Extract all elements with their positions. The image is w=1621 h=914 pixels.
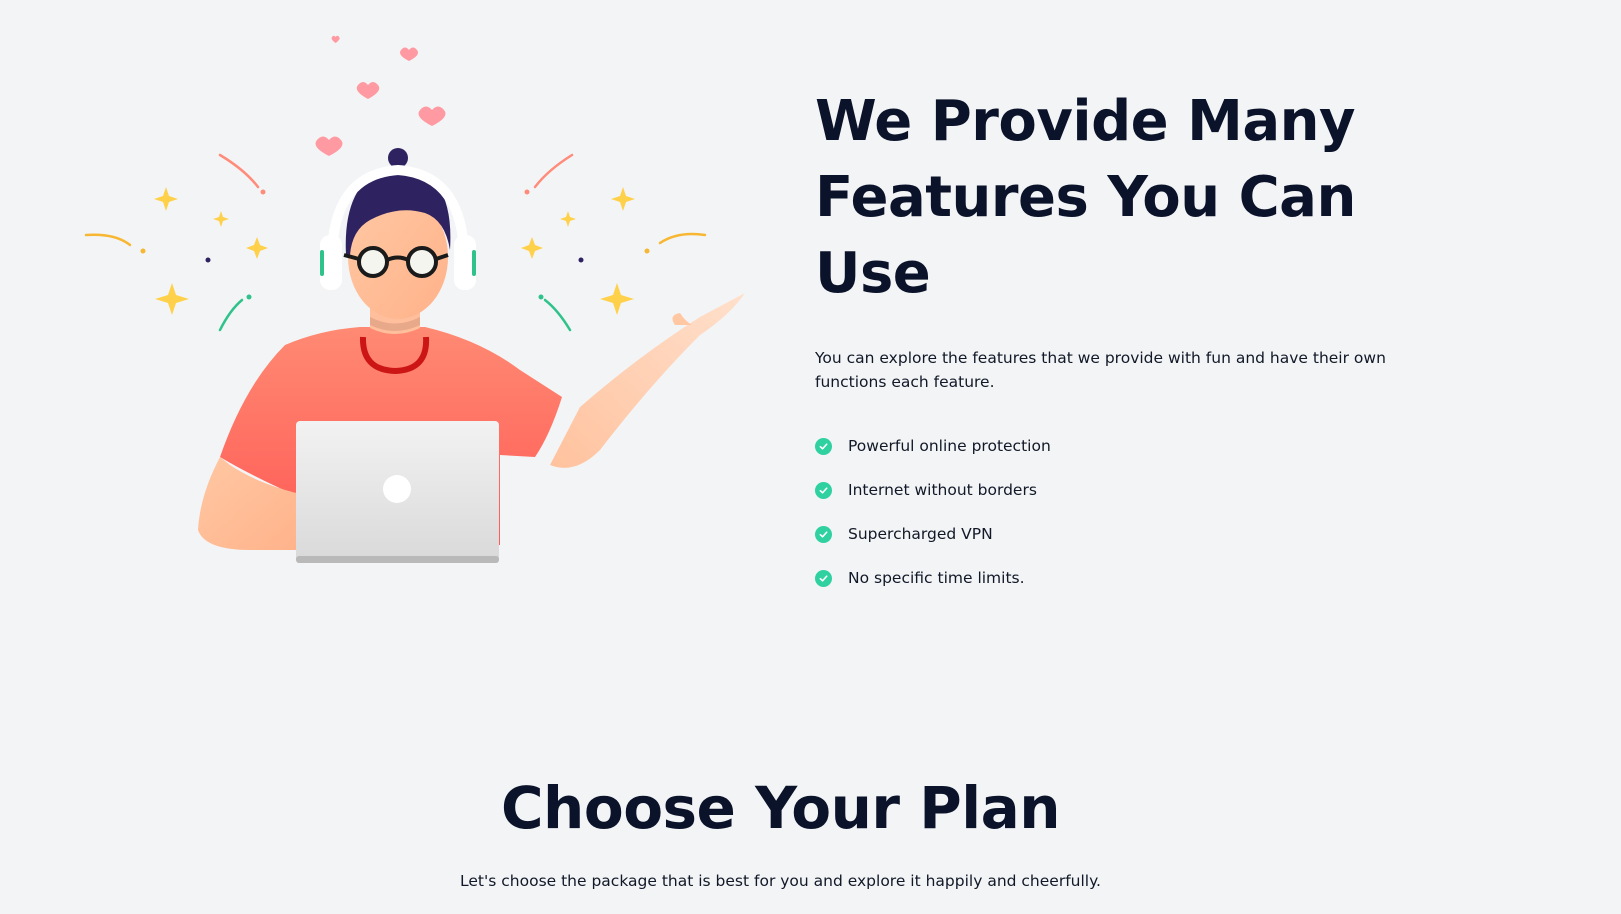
feature-item: Powerful online protection [815,424,1475,468]
features-title-line1: We Provide Many [815,89,1356,154]
feature-item: Internet without borders [815,468,1475,512]
plan-section: Choose Your Plan Let's choose the packag… [0,770,1621,892]
check-circle-icon [815,525,832,543]
feature-item: No specific time limits. [815,556,1475,600]
check-circle-icon [815,437,832,455]
features-list: Powerful online protection Internet with… [815,424,1475,600]
features-title: We Provide Many Features You Can Use [815,84,1475,312]
feature-item: Supercharged VPN [815,512,1475,556]
check-circle-icon [815,569,832,587]
check-circle-icon [815,481,832,499]
features-description: You can explore the features that we pro… [815,349,1386,391]
feature-item-label: Powerful online protection [848,437,1051,455]
features-title-line2: Features You Can Use [815,165,1356,306]
person-with-laptop-illustration [84,35,745,563]
plan-subtitle: Let's choose the package that is best fo… [460,872,1101,890]
feature-item-label: Internet without borders [848,481,1037,499]
feature-item-label: Supercharged VPN [848,525,993,543]
features-page: We Provide Many Features You Can Use You… [0,0,1621,914]
feature-item-label: No specific time limits. [848,569,1025,587]
features-section: We Provide Many Features You Can Use You… [815,84,1475,600]
hearts-decoration [315,35,446,156]
plan-title: Choose Your Plan [500,774,1061,842]
